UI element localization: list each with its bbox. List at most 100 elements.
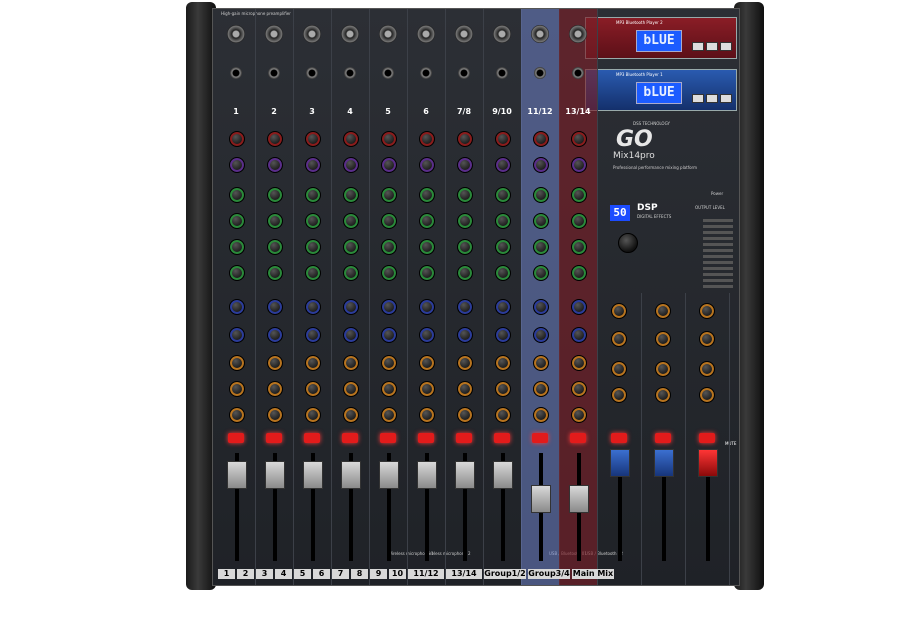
mic-input-5[interactable] bbox=[379, 25, 397, 43]
ch9-knob-9[interactable] bbox=[533, 355, 549, 371]
ch4-knob-2[interactable] bbox=[343, 157, 359, 173]
ch4-knob-1[interactable] bbox=[343, 131, 359, 147]
mic-input-8[interactable] bbox=[493, 25, 511, 43]
ch5-knob-5[interactable] bbox=[381, 239, 397, 255]
ch5-mute-button[interactable] bbox=[380, 433, 396, 443]
ch2-mute-button[interactable] bbox=[266, 433, 282, 443]
ch8-knob-9[interactable] bbox=[495, 355, 511, 371]
ch9-fader[interactable] bbox=[531, 485, 551, 513]
ch1-knob-3[interactable] bbox=[229, 187, 245, 203]
ch9-knob-6[interactable] bbox=[533, 265, 549, 281]
ch9-knob-1[interactable] bbox=[533, 131, 549, 147]
ch5-knob-11[interactable] bbox=[381, 407, 397, 423]
ch1-knob-4[interactable] bbox=[229, 213, 245, 229]
ch3-mute-button[interactable] bbox=[304, 433, 320, 443]
ch3-fader[interactable] bbox=[303, 461, 323, 489]
ch3-knob-11[interactable] bbox=[305, 407, 321, 423]
ch8-knob-8[interactable] bbox=[495, 327, 511, 343]
ch2-knob-9[interactable] bbox=[267, 355, 283, 371]
mic-input-6[interactable] bbox=[417, 25, 435, 43]
line-input-5[interactable] bbox=[382, 67, 394, 79]
ch4-fader[interactable] bbox=[341, 461, 361, 489]
ch7-knob-5[interactable] bbox=[457, 239, 473, 255]
ch7-knob-4[interactable] bbox=[457, 213, 473, 229]
ch4-knob-9[interactable] bbox=[343, 355, 359, 371]
mic-input-1[interactable] bbox=[227, 25, 245, 43]
ch6-knob-5[interactable] bbox=[419, 239, 435, 255]
ch8-knob-7[interactable] bbox=[495, 299, 511, 315]
ch9-knob-2[interactable] bbox=[533, 157, 549, 173]
ch7-knob-11[interactable] bbox=[457, 407, 473, 423]
ch9-knob-11[interactable] bbox=[533, 407, 549, 423]
ch2-knob-2[interactable] bbox=[267, 157, 283, 173]
ch9-knob-10[interactable] bbox=[533, 381, 549, 397]
ch8-knob-6[interactable] bbox=[495, 265, 511, 281]
ch6-knob-11[interactable] bbox=[419, 407, 435, 423]
line-input-8[interactable] bbox=[496, 67, 508, 79]
ch2-knob-1[interactable] bbox=[267, 131, 283, 147]
ch10-knob-9[interactable] bbox=[571, 355, 587, 371]
master1-knob-4[interactable] bbox=[611, 387, 627, 403]
master1-mute-button[interactable] bbox=[611, 433, 627, 443]
player-2-next-button[interactable] bbox=[720, 42, 732, 51]
master3-knob-4[interactable] bbox=[699, 387, 715, 403]
ch4-mute-button[interactable] bbox=[342, 433, 358, 443]
mic-input-4[interactable] bbox=[341, 25, 359, 43]
master1-fader[interactable] bbox=[610, 449, 630, 477]
master3-knob-2[interactable] bbox=[699, 331, 715, 347]
ch1-knob-7[interactable] bbox=[229, 299, 245, 315]
ch1-knob-8[interactable] bbox=[229, 327, 245, 343]
player-2-prev-button[interactable] bbox=[692, 42, 704, 51]
ch8-knob-4[interactable] bbox=[495, 213, 511, 229]
ch9-knob-3[interactable] bbox=[533, 187, 549, 203]
ch3-knob-5[interactable] bbox=[305, 239, 321, 255]
ch7-knob-8[interactable] bbox=[457, 327, 473, 343]
ch9-mute-button[interactable] bbox=[532, 433, 548, 443]
ch3-knob-10[interactable] bbox=[305, 381, 321, 397]
ch4-knob-6[interactable] bbox=[343, 265, 359, 281]
ch9-knob-7[interactable] bbox=[533, 299, 549, 315]
ch8-knob-1[interactable] bbox=[495, 131, 511, 147]
line-input-6[interactable] bbox=[420, 67, 432, 79]
ch4-knob-8[interactable] bbox=[343, 327, 359, 343]
ch4-knob-11[interactable] bbox=[343, 407, 359, 423]
ch7-knob-3[interactable] bbox=[457, 187, 473, 203]
master2-knob-2[interactable] bbox=[655, 331, 671, 347]
ch5-fader[interactable] bbox=[379, 461, 399, 489]
ch4-knob-5[interactable] bbox=[343, 239, 359, 255]
line-input-3[interactable] bbox=[306, 67, 318, 79]
ch5-knob-10[interactable] bbox=[381, 381, 397, 397]
ch6-knob-9[interactable] bbox=[419, 355, 435, 371]
ch3-knob-1[interactable] bbox=[305, 131, 321, 147]
master2-knob-1[interactable] bbox=[655, 303, 671, 319]
ch7-knob-10[interactable] bbox=[457, 381, 473, 397]
ch3-knob-7[interactable] bbox=[305, 299, 321, 315]
master1-knob-2[interactable] bbox=[611, 331, 627, 347]
ch10-knob-11[interactable] bbox=[571, 407, 587, 423]
ch1-knob-9[interactable] bbox=[229, 355, 245, 371]
master1-knob-1[interactable] bbox=[611, 303, 627, 319]
ch8-knob-11[interactable] bbox=[495, 407, 511, 423]
ch5-knob-9[interactable] bbox=[381, 355, 397, 371]
ch1-knob-6[interactable] bbox=[229, 265, 245, 281]
ch2-knob-7[interactable] bbox=[267, 299, 283, 315]
master3-mute-button[interactable] bbox=[699, 433, 715, 443]
ch3-knob-4[interactable] bbox=[305, 213, 321, 229]
ch7-knob-6[interactable] bbox=[457, 265, 473, 281]
ch1-knob-10[interactable] bbox=[229, 381, 245, 397]
ch2-knob-8[interactable] bbox=[267, 327, 283, 343]
player-1-next-button[interactable] bbox=[720, 94, 732, 103]
ch7-knob-2[interactable] bbox=[457, 157, 473, 173]
ch7-knob-1[interactable] bbox=[457, 131, 473, 147]
master2-knob-3[interactable] bbox=[655, 361, 671, 377]
ch10-knob-4[interactable] bbox=[571, 213, 587, 229]
ch1-fader[interactable] bbox=[227, 461, 247, 489]
dsp-program-knob[interactable] bbox=[618, 233, 638, 253]
ch10-knob-3[interactable] bbox=[571, 187, 587, 203]
ch5-knob-1[interactable] bbox=[381, 131, 397, 147]
ch2-knob-6[interactable] bbox=[267, 265, 283, 281]
ch10-mute-button[interactable] bbox=[570, 433, 586, 443]
ch1-mute-button[interactable] bbox=[228, 433, 244, 443]
ch4-knob-7[interactable] bbox=[343, 299, 359, 315]
ch6-knob-8[interactable] bbox=[419, 327, 435, 343]
